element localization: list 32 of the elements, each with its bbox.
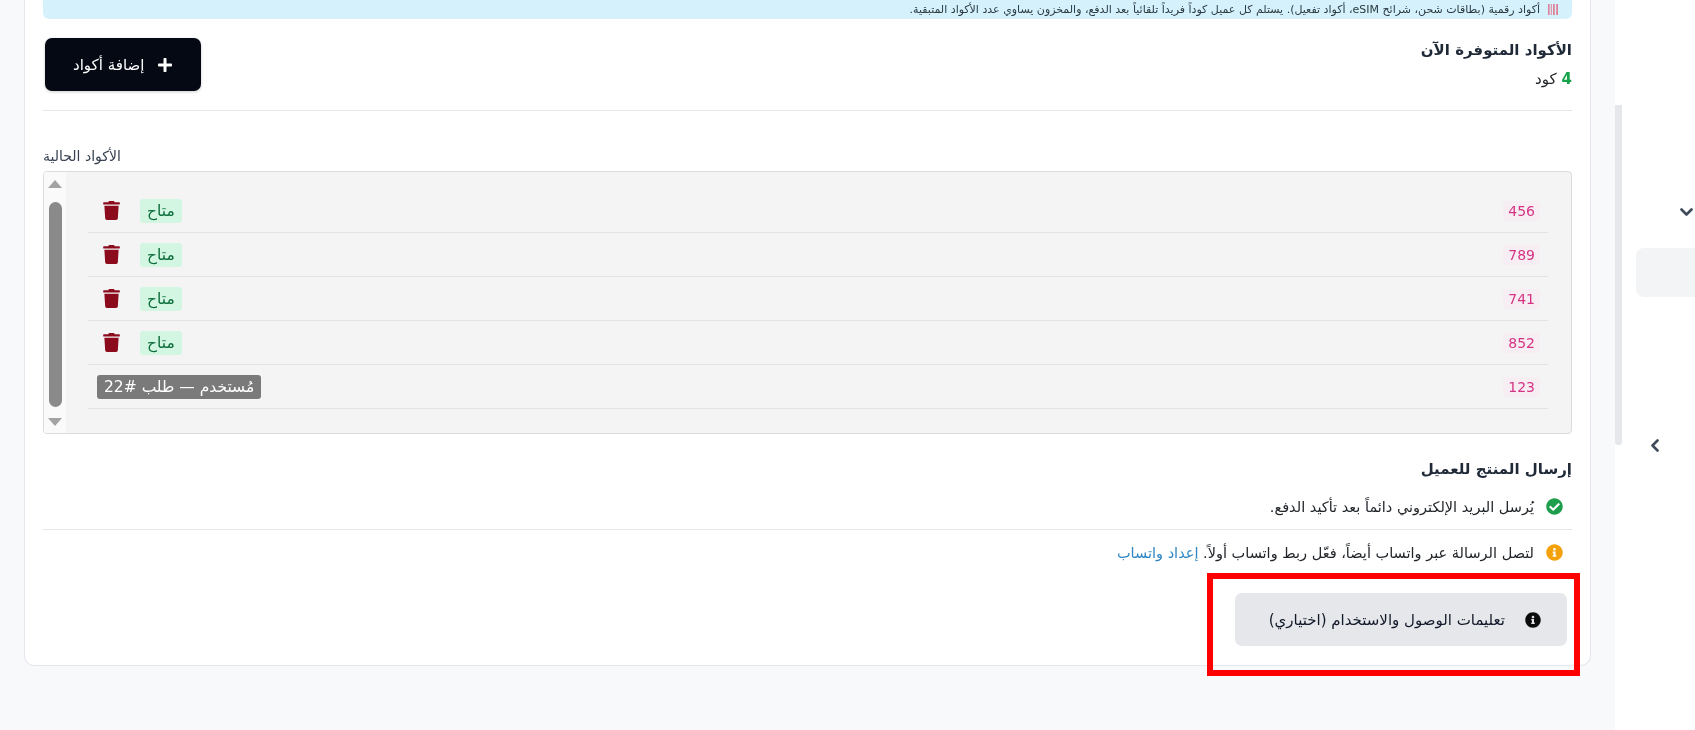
chevron-down-icon[interactable] [1680, 208, 1693, 217]
plus-icon [157, 56, 174, 73]
code-value: 456 [1503, 200, 1540, 221]
trash-icon[interactable] [103, 333, 120, 352]
status-badge: متاح [140, 242, 182, 267]
instructions-button[interactable]: تعليمات الوصول والاستخدام (اختياري) [1234, 593, 1567, 646]
notice-text: أكواد رقمية (بطاقات شحن، شرائح eSIM، أكواد تفعيل). يستلم كل عميل كوداً فريداً تلقائياً بعد الدفع، والمخزون يساوي عدد الأكواد المتبقية. [909, 3, 1540, 16]
chevron-left-icon[interactable] [1650, 439, 1659, 452]
delivery-title: إرسال المنتج للعميل [1419, 460, 1572, 478]
info-icon [1525, 611, 1541, 628]
setup-link[interactable]: إعداد واتساب [1116, 544, 1199, 561]
status-badge: متاح [140, 198, 182, 223]
code-value: 789 [1503, 244, 1540, 265]
code-count: 4 [1561, 70, 1572, 88]
status-badge: متاح [140, 330, 182, 355]
count-unit: كود [1535, 70, 1557, 88]
trash-icon[interactable] [103, 289, 120, 308]
code-value: 852 [1503, 332, 1540, 353]
code-value: 741 [1503, 288, 1540, 309]
stock-title: الأكواد المتوفرة الآن [1420, 41, 1572, 59]
scrollbar-thumb[interactable] [48, 202, 62, 407]
codes-label: الأكواد الحالية [43, 148, 121, 164]
trash-icon[interactable] [103, 245, 120, 264]
delivery-note: يُرسل البريد الإلكتروني دائماً بعد تأكيد الدفع. [1269, 498, 1534, 515]
status-badge: مُستخدم — طلب #22 [97, 374, 262, 399]
status-badge: متاح [140, 286, 182, 311]
trash-icon[interactable] [103, 201, 120, 220]
delivery-note: لتصل الرسالة عبر واتساب أيضاً، فعّل ربط واتساب أولاً. إعداد واتساب [1116, 544, 1534, 561]
add-codes-button[interactable]: إضافة أكواد [45, 38, 202, 91]
barcode-icon [1548, 4, 1558, 15]
code-value: 123 [1503, 376, 1540, 397]
info-icon [1546, 544, 1563, 561]
